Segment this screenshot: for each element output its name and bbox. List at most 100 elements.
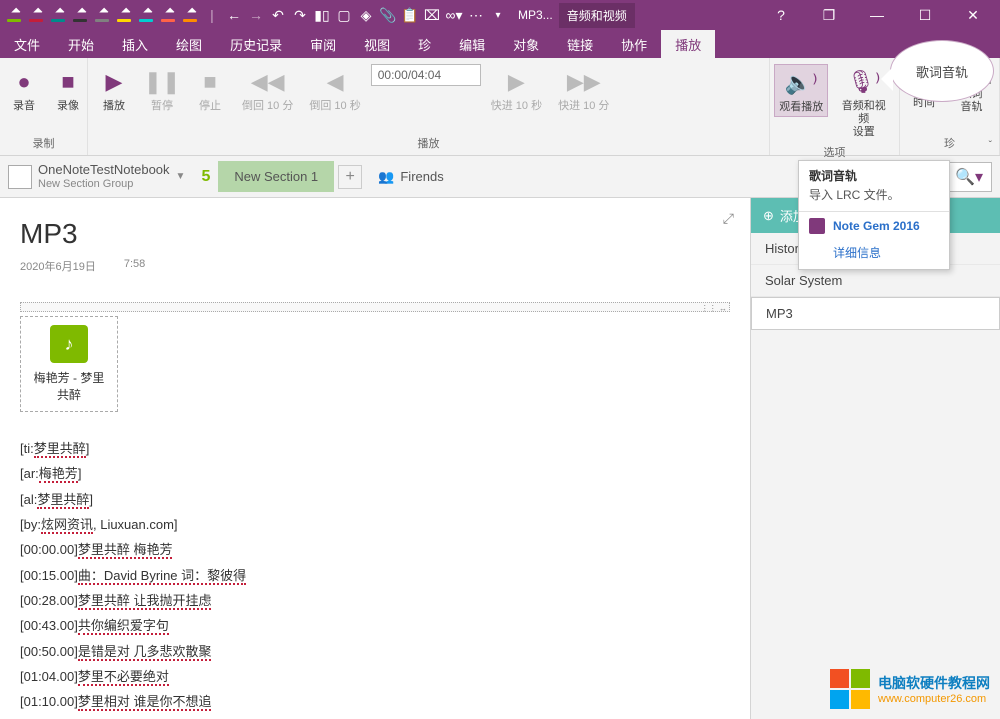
close-icon[interactable]: ✕ xyxy=(950,0,996,30)
playback-time: 00:00/04:04 xyxy=(371,64,481,86)
camera-icon: ■ xyxy=(52,66,84,98)
collapse-ribbon-icon[interactable]: ˇ xyxy=(989,140,992,151)
windows-logo-icon xyxy=(830,669,870,709)
tooltip-title: 歌词音轨 xyxy=(799,161,949,186)
tooltip-more-link[interactable]: 详细信息 xyxy=(799,240,949,269)
block-handle[interactable]: ⋮⋮ ↔ xyxy=(20,302,730,312)
doc-title: MP3... xyxy=(518,8,553,22)
menu-cooperate[interactable]: 协作 xyxy=(607,30,661,58)
screenshot-icon[interactable]: ⌧ xyxy=(422,5,442,25)
speaker-icon: 🔈⁾ xyxy=(785,67,817,99)
tooltip-product[interactable]: Note Gem 2016 xyxy=(833,219,920,233)
qat-sep: | xyxy=(202,5,222,25)
section-icon: 👥 xyxy=(378,169,394,185)
back-icon[interactable]: ← xyxy=(224,5,244,25)
plus-icon: ⊕ xyxy=(763,208,774,224)
rewind-fast-icon: ◀◀ xyxy=(252,66,284,98)
eraser-icon[interactable]: ◈ xyxy=(356,5,376,25)
play-button[interactable]: ▶ 播放 xyxy=(92,64,136,115)
page-meta: 2020年6月19日 7:58 xyxy=(20,258,730,274)
callout-bubble: 歌词音轨 xyxy=(890,40,994,102)
menu-insert[interactable]: 插入 xyxy=(108,30,162,58)
page-item-mp3[interactable]: MP3 xyxy=(751,297,1000,330)
help-icon[interactable]: ? xyxy=(758,0,804,30)
maximize-icon[interactable]: ☐ xyxy=(902,0,948,30)
qat-customize-icon[interactable]: ▾ xyxy=(488,5,508,25)
qat-overflow-icon[interactable]: ⋯ xyxy=(466,5,486,25)
watch-playback-button[interactable]: 🔈⁾ 观看播放 xyxy=(774,64,828,117)
mp3-filename: 梅艳芳 - 梦里共醉 xyxy=(29,369,109,403)
undo-icon[interactable]: ↶ xyxy=(268,5,288,25)
menu-link[interactable]: 链接 xyxy=(553,30,607,58)
search-icon[interactable]: 🔍▾ xyxy=(946,163,991,191)
menu-draw[interactable]: 绘图 xyxy=(162,30,216,58)
minimize-icon[interactable]: — xyxy=(854,0,900,30)
mp3-attachment[interactable]: 梅艳芳 - 梦里共醉 xyxy=(20,316,118,412)
section-tab-1[interactable]: New Section 1 xyxy=(218,161,334,192)
menu-view[interactable]: 视图 xyxy=(350,30,404,58)
watermark-url: www.computer26.com xyxy=(878,693,990,705)
stop-button: ■ 停止 xyxy=(188,64,232,115)
page-canvas[interactable]: ⤢ MP3 2020年6月19日 7:58 ⋮⋮ ↔ 梅艳芳 - 梦里共醉 [t… xyxy=(0,198,750,719)
callout-text: 歌词音轨 xyxy=(916,62,968,81)
group-options-label: 选项 xyxy=(774,142,895,162)
record-video-button[interactable]: ■ 录像 xyxy=(48,64,88,115)
clipboard-icon[interactable]: 📋 xyxy=(400,5,420,25)
hl-orange-icon[interactable] xyxy=(180,5,200,25)
watermark-title: 电脑软硬件教程网 xyxy=(878,673,990,693)
title-area: MP3... 音频和视频 xyxy=(518,3,635,28)
lyrics-text[interactable]: [ti:梦里共醉][ar:梅艳芳][al:梦里共醉][by:炫网资讯, Liux… xyxy=(20,436,730,715)
menu-home[interactable]: 开始 xyxy=(54,30,108,58)
notebook-icon xyxy=(8,165,32,189)
group-record-label: 录制 xyxy=(4,133,83,153)
ribbon: ● 录音 ■ 录像 录制 ▶ 播放 ❚❚ 暂停 ■ 停止 xyxy=(0,58,1000,156)
section-group-name: New Section Group xyxy=(38,178,170,191)
sync-badge: 5 xyxy=(193,168,218,186)
pen-gray-icon[interactable] xyxy=(92,5,112,25)
product-icon xyxy=(809,218,825,234)
menu-edit[interactable]: 编辑 xyxy=(445,30,499,58)
pen-teal-icon[interactable] xyxy=(48,5,68,25)
menu-gem[interactable]: 珍 xyxy=(404,30,445,58)
content-block[interactable]: ⋮⋮ ↔ 梅艳芳 - 梦里共醉 [ti:梦里共醉][ar:梅艳芳][al:梦里共… xyxy=(20,310,730,715)
restore-window-icon[interactable]: ❐ xyxy=(806,0,852,30)
stop-icon: ■ xyxy=(194,66,226,98)
pause-icon: ❚❚ xyxy=(146,66,178,98)
page-title[interactable]: MP3 xyxy=(20,218,730,250)
dock-icon[interactable]: ▮▯ xyxy=(312,5,332,25)
add-section-button[interactable]: + xyxy=(338,165,362,189)
title-bar: | ← → ↶ ↷ ▮▯ ▢ ◈ 📎 📋 ⌧ ∞▾ ⋯ ▾ MP3... 音频和… xyxy=(0,0,1000,30)
hl-yellow-icon[interactable] xyxy=(114,5,134,25)
play-icon: ▶ xyxy=(98,66,130,98)
forward-icon[interactable]: → xyxy=(246,5,266,25)
workspace: ⤢ MP3 2020年6月19日 7:58 ⋮⋮ ↔ 梅艳芳 - 梦里共醉 [t… xyxy=(0,198,1000,719)
notebook-name: OneNoteTestNotebook xyxy=(38,162,170,178)
expand-icon[interactable]: ⤢ xyxy=(723,210,734,227)
pause-button: ❚❚ 暂停 xyxy=(140,64,184,115)
group-play-label: 播放 xyxy=(92,133,765,153)
menu-bar: 文件 开始 插入 绘图 历史记录 审阅 视图 珍 编辑 对象 链接 协作 播放 xyxy=(0,30,1000,58)
hl-cyan-icon[interactable] xyxy=(136,5,156,25)
tooltip-popup: 歌词音轨 导入 LRC 文件。 Note Gem 2016 详细信息 xyxy=(798,160,950,270)
attach-icon[interactable]: 📎 xyxy=(378,5,398,25)
mp3-file-icon xyxy=(50,325,88,363)
menu-history[interactable]: 历史记录 xyxy=(216,30,296,58)
pen-red-icon[interactable] xyxy=(26,5,46,25)
forward-fast-icon: ▶▶ xyxy=(568,66,600,98)
pen-green-icon[interactable] xyxy=(4,5,24,25)
menu-object[interactable]: 对象 xyxy=(499,30,553,58)
chevron-down-icon: ▼ xyxy=(176,171,186,182)
section-tab-2[interactable]: 👥 Firends xyxy=(362,161,460,193)
menu-playback[interactable]: 播放 xyxy=(661,30,715,58)
record-audio-button[interactable]: ● 录音 xyxy=(4,64,44,115)
forward-icon: ▶ xyxy=(500,66,532,98)
menu-review[interactable]: 审阅 xyxy=(296,30,350,58)
redo-icon[interactable]: ↷ xyxy=(290,5,310,25)
notebook-selector[interactable]: OneNoteTestNotebook New Section Group ▼ xyxy=(0,162,193,191)
link-icon[interactable]: ∞▾ xyxy=(444,5,464,25)
watermark: 电脑软硬件教程网 www.computer26.com xyxy=(830,669,990,709)
menu-file[interactable]: 文件 xyxy=(0,30,54,58)
hl-pink-icon[interactable] xyxy=(158,5,178,25)
fullpage-icon[interactable]: ▢ xyxy=(334,5,354,25)
pen-black-icon[interactable] xyxy=(70,5,90,25)
